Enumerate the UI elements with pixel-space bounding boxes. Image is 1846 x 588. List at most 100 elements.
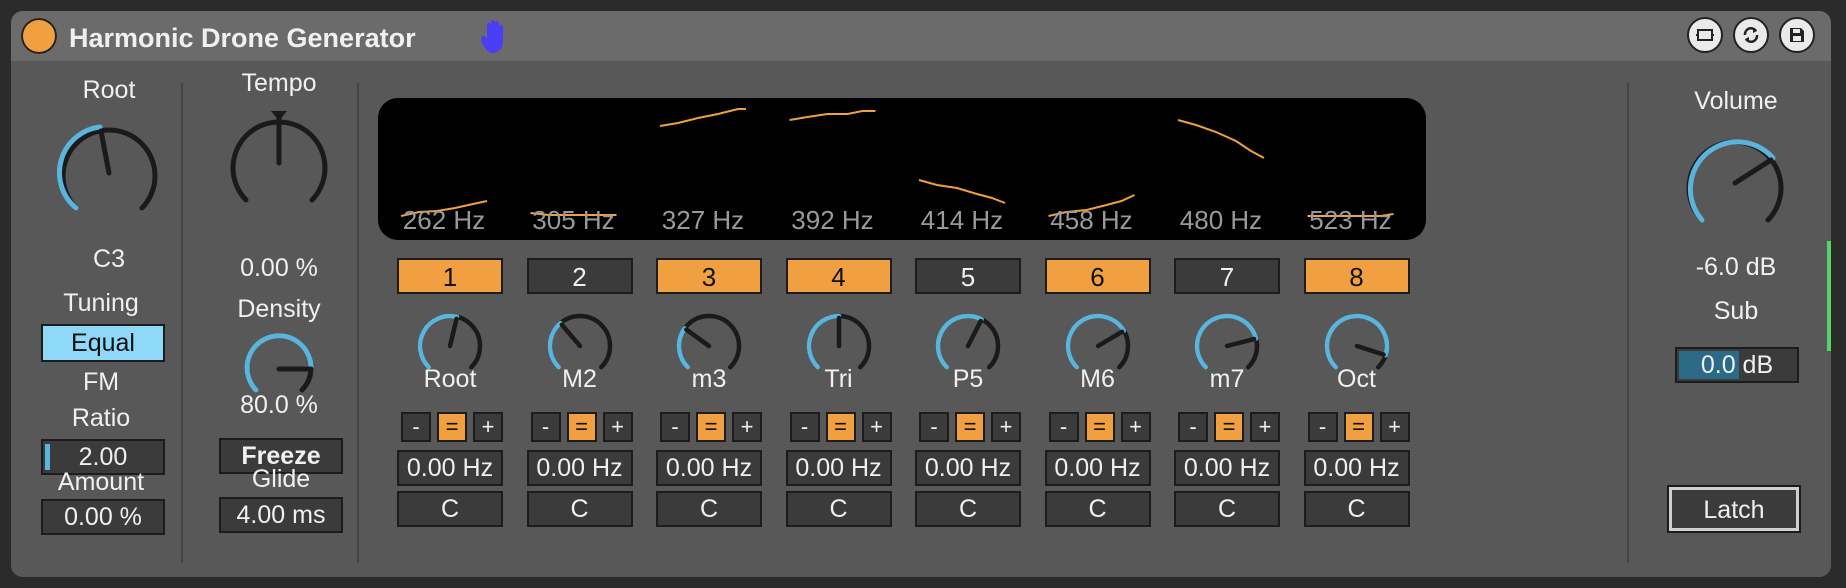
voice-decrement-button[interactable]: -	[660, 412, 690, 442]
voice-toggle-button[interactable]: 6	[1044, 258, 1151, 294]
device-body: Root C3 Tuning Equal FM Ratio 2.00 Amoun…	[11, 61, 1831, 577]
voice-toggle-button[interactable]: 3	[656, 258, 762, 294]
voice-frequency: 458 Hz	[1050, 205, 1133, 235]
tempo-knob[interactable]	[219, 103, 339, 223]
voice-interval-label: M2	[562, 365, 597, 393]
fm-ratio-label: Ratio	[71, 404, 131, 432]
column-divider	[1627, 83, 1629, 563]
voice-note-field[interactable]: C	[656, 491, 762, 527]
voice-increment-button[interactable]: +	[1250, 412, 1280, 442]
device-power-button[interactable]	[21, 18, 57, 54]
voice-note-field[interactable]: C	[526, 491, 633, 527]
sub-field[interactable]: 0.0 dB	[1675, 347, 1799, 383]
hand-icon	[481, 19, 503, 53]
voice-reset-button[interactable]: =	[1214, 412, 1244, 442]
voice-detune-field[interactable]: 0.00 Hz	[1044, 450, 1151, 486]
tuning-label: Tuning	[63, 289, 139, 317]
voice-reset-button[interactable]: =	[696, 412, 726, 442]
voice-increment-button[interactable]: +	[1120, 412, 1151, 442]
sub-label: Sub	[1713, 297, 1759, 325]
voice-increment-button[interactable]: +	[732, 412, 762, 442]
voice-detune-field[interactable]: 0.00 Hz	[656, 450, 762, 486]
voice-detune-field[interactable]: 0.00 Hz	[1174, 450, 1280, 486]
voice-frequency: 523 Hz	[1309, 205, 1392, 235]
voice-decrement-button[interactable]: -	[1178, 412, 1208, 442]
root-label: Root	[82, 76, 136, 104]
refresh-icon[interactable]	[1733, 17, 1769, 53]
voice-frequency: 480 Hz	[1179, 205, 1263, 235]
voice-note-field[interactable]: C	[785, 491, 892, 527]
voice-frequency: 414 Hz	[920, 205, 1004, 235]
voice-interval-label: m7	[1209, 365, 1245, 393]
voice-detune-field[interactable]: 0.00 Hz	[1303, 450, 1410, 486]
voice-note-field[interactable]: C	[915, 491, 1021, 527]
voice-reset-button[interactable]: =	[437, 412, 467, 442]
volume-label: Volume	[1694, 87, 1778, 115]
density-label: Density	[237, 295, 321, 323]
voice-reset-button[interactable]: =	[566, 412, 597, 442]
voice-interval-label: Tri	[824, 365, 853, 393]
voice-detune-field[interactable]: 0.00 Hz	[915, 450, 1021, 486]
glide-field[interactable]: 4.00 ms	[219, 497, 343, 533]
voice-detune-field[interactable]: 0.00 Hz	[785, 450, 892, 486]
voice-decrement-button[interactable]: -	[919, 412, 949, 442]
voice-increment-button[interactable]: +	[991, 412, 1021, 442]
voice-increment-button[interactable]: +	[473, 412, 503, 442]
voice-toggle-button[interactable]: 2	[526, 258, 633, 294]
voice-reset-button[interactable]: =	[1084, 412, 1115, 442]
voice-decrement-button[interactable]: -	[401, 412, 431, 442]
voice-frequency: 262 Hz	[402, 205, 486, 235]
voice-decrement-button[interactable]: -	[1048, 412, 1079, 442]
voice-interval-label: P5	[952, 365, 984, 393]
amount-field[interactable]: 0.00 %	[41, 499, 165, 535]
voice-reset-button[interactable]: =	[1343, 412, 1374, 442]
harmonic-trace	[659, 108, 746, 127]
column-divider	[357, 83, 359, 563]
root-note-value: C3	[93, 245, 125, 273]
voice-interval-label: Root	[423, 365, 477, 393]
voice-increment-button[interactable]: +	[1379, 412, 1410, 442]
voice-toggle-button[interactable]: 4	[785, 258, 892, 294]
voice-note-field[interactable]: C	[1174, 491, 1280, 527]
voice-frequency: 327 Hz	[661, 205, 745, 235]
voice-reset-button[interactable]: =	[955, 412, 985, 442]
amount-label: Amount	[57, 468, 145, 496]
voice-note-field[interactable]: C	[1044, 491, 1151, 527]
voice-toggle-button[interactable]: 7	[1174, 258, 1280, 294]
voice-increment-button[interactable]: +	[602, 412, 633, 442]
voice-note-field[interactable]: C	[397, 491, 503, 527]
voice-toggle-button[interactable]: 5	[915, 258, 1021, 294]
device-panel: Harmonic Drone Generator Root C3 Tuning …	[11, 11, 1831, 577]
voice-toggle-button[interactable]: 8	[1303, 258, 1410, 294]
density-value: 80.0 %	[240, 391, 318, 419]
fm-ratio-indicator	[45, 444, 50, 470]
voice-decrement-button[interactable]: -	[789, 412, 820, 442]
title-bar: Harmonic Drone Generator	[11, 11, 1831, 61]
voice-reset-button[interactable]: =	[825, 412, 856, 442]
voice-frequency: 392 Hz	[791, 205, 874, 235]
latch-button[interactable]: Latch	[1667, 485, 1801, 533]
voice-detune-field[interactable]: 0.00 Hz	[526, 450, 633, 486]
sub-value: 0.0 dB	[1700, 351, 1774, 379]
tuning-selector[interactable]: Equal	[41, 324, 165, 362]
voice-note-field[interactable]: C	[1303, 491, 1410, 527]
voice-toggle-button[interactable]: 1	[397, 258, 503, 294]
fm-label-line1: FM	[82, 368, 120, 396]
voice-interval-label: Oct	[1337, 365, 1376, 393]
voice-decrement-button[interactable]: -	[530, 412, 561, 442]
expand-icon[interactable]	[1687, 17, 1723, 53]
output-meter	[1827, 241, 1831, 351]
root-knob[interactable]	[49, 111, 169, 231]
fm-ratio-value: 2.00	[78, 443, 128, 471]
voice-interval-label: M6	[1080, 365, 1115, 393]
voice-interval-label: m3	[691, 365, 727, 393]
volume-value: -6.0 dB	[1695, 253, 1777, 281]
glide-label: Glide	[251, 465, 311, 493]
voice-detune-field[interactable]: 0.00 Hz	[397, 450, 503, 486]
save-icon[interactable]	[1779, 17, 1815, 53]
tempo-value: 0.00 %	[240, 254, 318, 282]
voice-decrement-button[interactable]: -	[1307, 412, 1338, 442]
column-divider	[181, 83, 183, 563]
volume-knob[interactable]	[1675, 123, 1795, 243]
voice-increment-button[interactable]: +	[861, 412, 892, 442]
